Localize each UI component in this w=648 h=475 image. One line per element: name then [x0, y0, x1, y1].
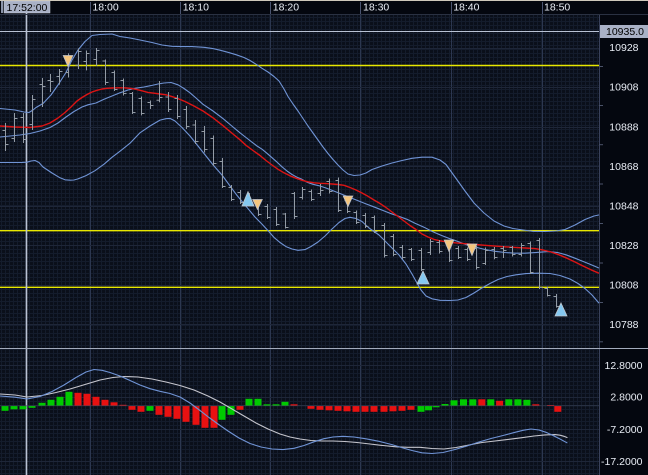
svg-text:18:20: 18:20 [273, 2, 299, 14]
svg-text:10935.0: 10935.0 [606, 26, 644, 38]
svg-text:-7.2000: -7.2000 [607, 424, 643, 436]
svg-text:10828: 10828 [609, 240, 638, 252]
svg-text:18:00: 18:00 [92, 2, 118, 14]
svg-text:10808: 10808 [609, 280, 638, 292]
svg-text:10848: 10848 [609, 200, 638, 212]
svg-text:10928: 10928 [609, 42, 638, 54]
svg-text:10868: 10868 [609, 161, 638, 173]
svg-text:10888: 10888 [609, 121, 638, 133]
svg-text:18:30: 18:30 [363, 2, 389, 14]
svg-text:18:50: 18:50 [544, 2, 570, 14]
svg-text:12.8000: 12.8000 [605, 360, 643, 372]
svg-text:18:40: 18:40 [453, 2, 479, 14]
svg-text:17:52:00: 17:52:00 [7, 2, 48, 14]
svg-text:18:10: 18:10 [183, 2, 209, 14]
svg-text:-17.2000: -17.2000 [601, 456, 643, 468]
svg-text:10788: 10788 [609, 319, 638, 331]
svg-text:10908: 10908 [609, 82, 638, 94]
svg-text:2.8000: 2.8000 [610, 392, 642, 404]
